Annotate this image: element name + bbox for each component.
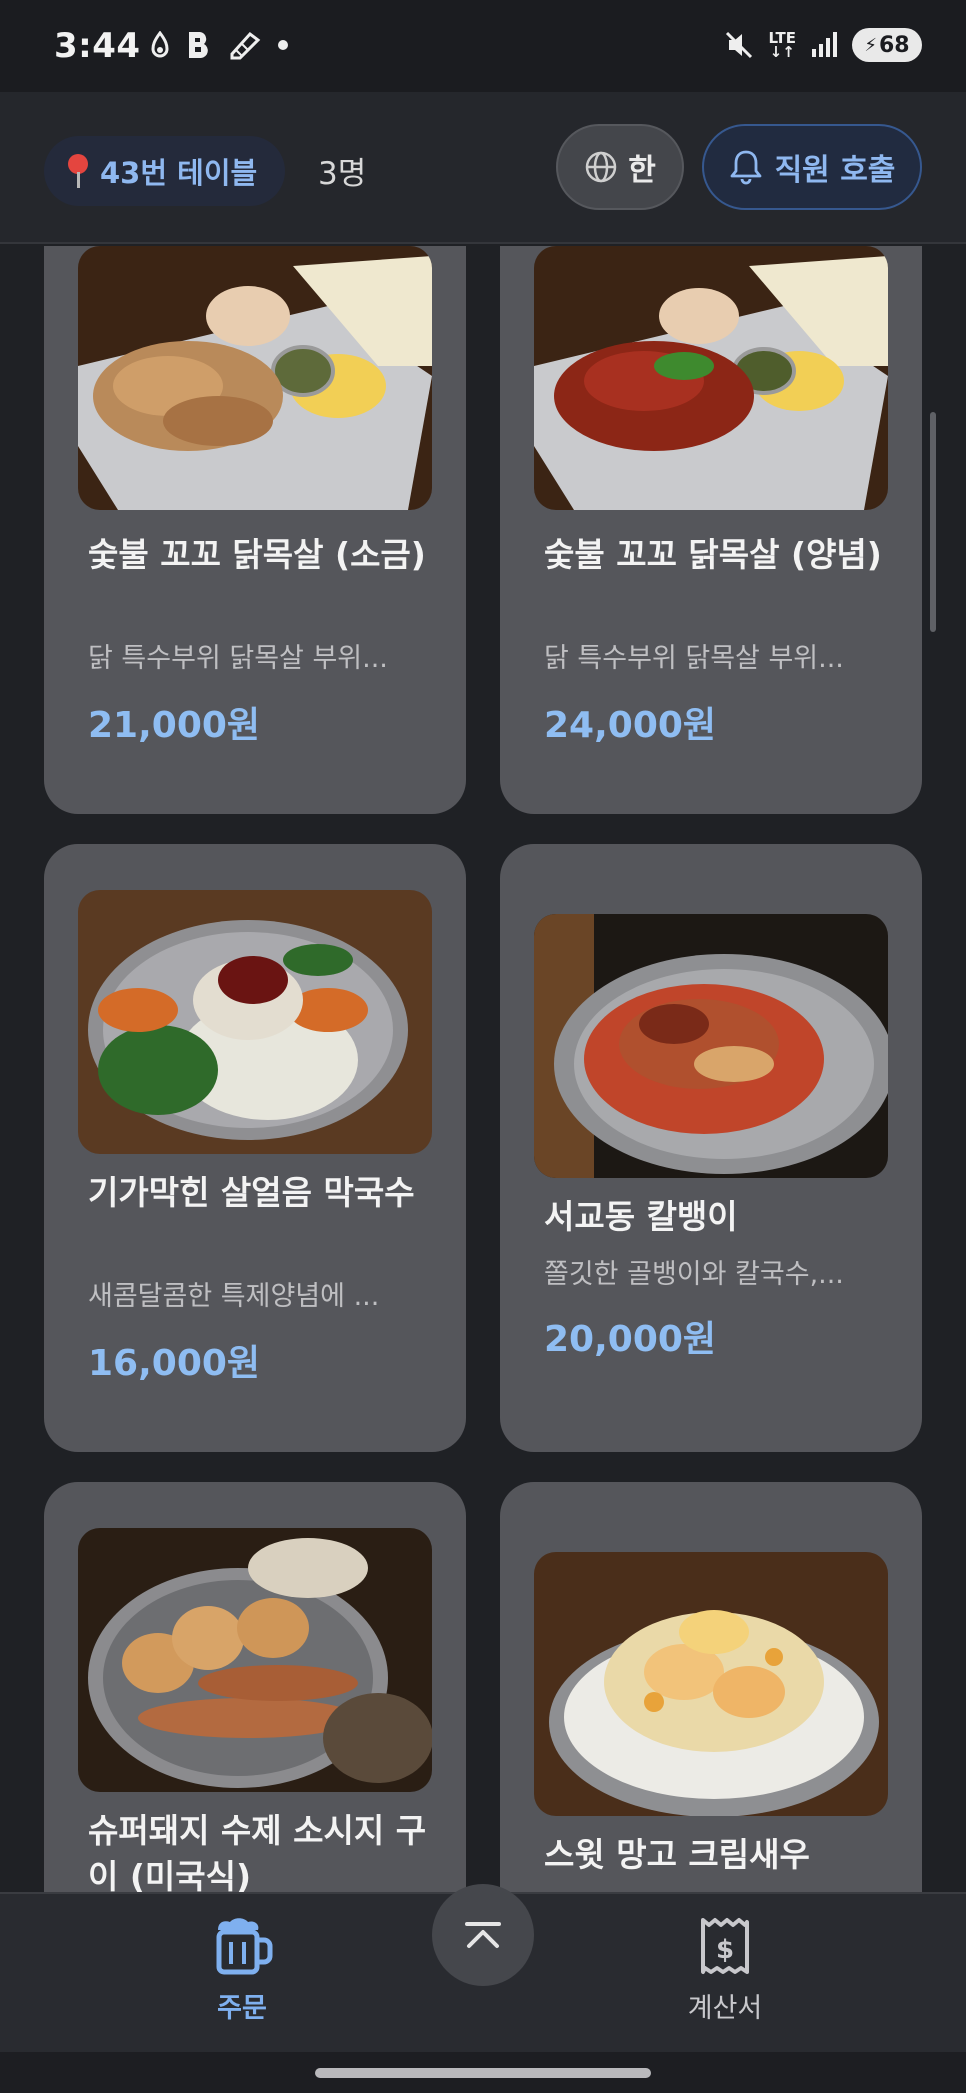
menu-card[interactable]: 서교동 칼뱅이 쫄깃한 골뱅이와 칼국수,... 20,000원 xyxy=(500,844,922,1452)
menu-price: 16,000원 xyxy=(88,1343,261,1384)
app-screen: 3:44 LTE ↓↑ ⚡ 68 43번 테이블 3명 한 직원 호출 숯불 꼬… xyxy=(0,0,966,2093)
nav-order-label: 주문 xyxy=(217,1993,267,2024)
scrollbar[interactable] xyxy=(930,412,936,632)
guest-count: 3명 xyxy=(318,156,367,192)
charging-icon: ⚡ xyxy=(864,34,877,56)
menu-list[interactable]: 숯불 꼬꼬 닭목살 (소금) 닭 특수부위 닭목살 부위... 21,000원 xyxy=(0,246,966,1892)
table-label: 43번 테이블 xyxy=(100,156,258,190)
menu-photo xyxy=(534,246,888,510)
menu-price: 24,000원 xyxy=(544,705,717,746)
menu-card[interactable]: 숯불 꼬꼬 닭목살 (소금) 닭 특수부위 닭목살 부위... 21,000원 xyxy=(44,246,466,814)
more-notifications-dot xyxy=(278,40,288,50)
menu-description: 새콤달콤한 특제양념에 ... xyxy=(88,1281,380,1312)
receipt-icon: $ xyxy=(701,1918,749,1974)
nav-bill-label: 계산서 xyxy=(687,1993,763,2024)
home-indicator[interactable] xyxy=(315,2068,651,2078)
b-app-icon xyxy=(189,32,208,58)
language-label: 한 xyxy=(628,153,656,188)
menu-name: 숯불 꼬꼬 닭목살 (양념) xyxy=(544,535,882,574)
status-bar: 3:44 LTE ↓↑ ⚡ 68 xyxy=(0,0,966,92)
menu-card[interactable]: 숯불 꼬꼬 닭목살 (양념) 닭 특수부위 닭목살 부위... 24,000원 xyxy=(500,246,922,814)
menu-name: 기가막힌 살얼음 막국수 xyxy=(88,1173,415,1212)
app-header: 43번 테이블 3명 한 직원 호출 xyxy=(0,92,966,244)
scroll-to-top-button[interactable] xyxy=(432,1884,534,1986)
status-time: 3:44 xyxy=(54,26,141,66)
menu-description: 쫄깃한 골뱅이와 칼국수,... xyxy=(544,1259,844,1290)
svg-text:$: $ xyxy=(716,1935,734,1965)
menu-name: 슈퍼돼지 수제 소시지 구이 (미국식) xyxy=(88,1811,427,1892)
menu-name: 서교동 칼뱅이 xyxy=(544,1197,738,1236)
drop-notification-icon xyxy=(151,31,169,58)
language-button[interactable]: 한 xyxy=(556,124,684,210)
mute-icon xyxy=(726,31,753,59)
edit-notification-icon xyxy=(230,31,261,60)
menu-description: 닭 특수부위 닭목살 부위... xyxy=(88,643,388,674)
menu-card[interactable]: 기가막힌 살얼음 막국수 새콤달콤한 특제양념에 ... 16,000원 xyxy=(44,844,466,1452)
call-staff-label: 직원 호출 xyxy=(774,153,896,188)
nav-bill-tab[interactable]: $ 계산서 xyxy=(680,1916,770,2025)
battery-level: 68 xyxy=(879,32,910,58)
signal-icon xyxy=(812,32,837,57)
globe-icon xyxy=(585,151,617,183)
notification-icons xyxy=(150,30,288,60)
menu-photo xyxy=(534,1552,888,1816)
call-staff-button[interactable]: 직원 호출 xyxy=(702,124,922,210)
menu-card[interactable]: 스윗 망고 크림새우 xyxy=(500,1482,922,1892)
menu-price: 20,000원 xyxy=(544,1319,717,1360)
battery-indicator: ⚡ 68 xyxy=(852,28,922,62)
menu-name: 숯불 꼬꼬 닭목살 (소금) xyxy=(88,535,426,574)
menu-photo xyxy=(78,890,432,1154)
menu-photo xyxy=(78,1528,432,1792)
beer-mug-icon xyxy=(216,1918,273,1975)
bell-icon xyxy=(730,150,761,185)
menu-description: 닭 특수부위 닭목살 부위... xyxy=(544,643,844,674)
menu-photo xyxy=(78,246,432,510)
menu-name: 스윗 망고 크림새우 xyxy=(544,1835,810,1874)
network-type: LTE ↓↑ xyxy=(768,29,796,61)
nav-order-tab[interactable]: 주문 xyxy=(200,1916,284,2025)
table-badge: 43번 테이블 xyxy=(44,136,286,206)
menu-photo xyxy=(534,914,888,1178)
status-right: LTE ↓↑ ⚡ 68 xyxy=(724,28,922,62)
chevron-up-icon xyxy=(465,1922,501,1948)
menu-price: 21,000원 xyxy=(88,705,261,746)
menu-card[interactable]: 슈퍼돼지 수제 소시지 구이 (미국식) xyxy=(44,1482,466,1892)
pin-icon xyxy=(66,154,90,188)
